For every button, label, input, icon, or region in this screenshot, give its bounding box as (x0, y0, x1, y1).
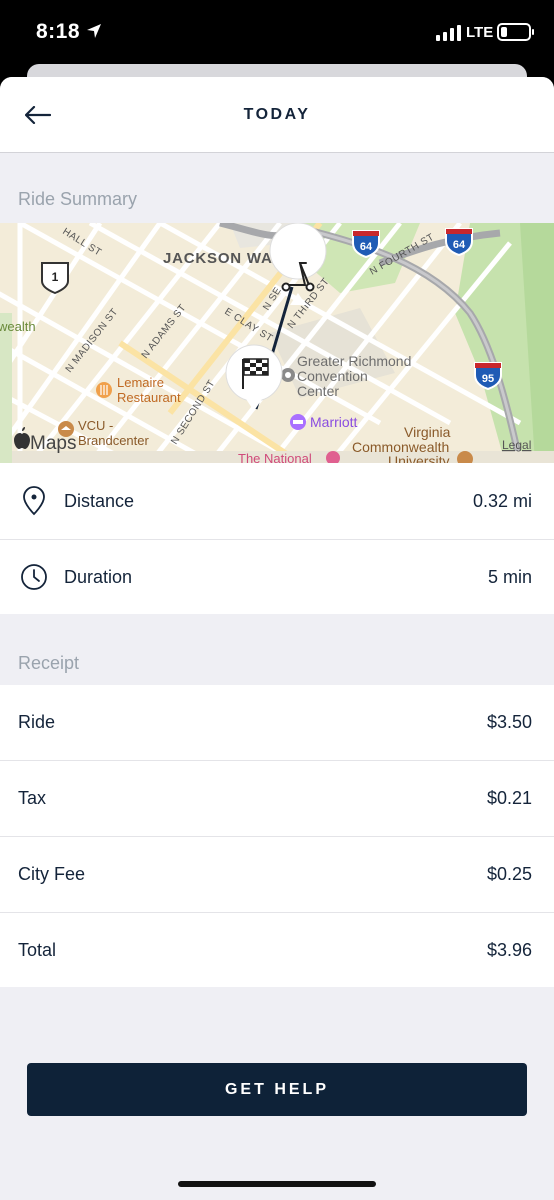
svg-text:95: 95 (482, 373, 494, 385)
hotel-pin-icon (290, 414, 306, 430)
battery-icon (497, 23, 534, 41)
map-label-vcu-2: Brandcenter (78, 433, 149, 448)
ride-summary-heading: Ride Summary (18, 189, 138, 209)
receipt-item-label: Tax (18, 788, 47, 808)
map-label-lemaire-1: Lemaire (117, 375, 164, 390)
map-label-vcu-1: VCU - (78, 418, 113, 433)
duration-row: Duration 5 min (0, 540, 554, 614)
get-help-button[interactable]: GET HELP (27, 1063, 527, 1116)
ride-detail-sheet: TODAY Ride Summary 1 64 64 95 HALL ST N … (0, 77, 554, 1200)
cellular-signal-icon (436, 25, 461, 41)
receipt-row-city-fee: City Fee $0.25 (0, 837, 554, 912)
distance-row: Distance 0.32 mi (0, 463, 554, 539)
restaurant-pin-icon (96, 382, 112, 398)
network-type: LTE (466, 24, 494, 41)
svg-text:64: 64 (360, 241, 373, 253)
receipt-total-label: Total (18, 939, 57, 960)
interstate-95-shield-icon: 95 (474, 362, 502, 391)
map-label-marriott: Marriott (310, 414, 358, 430)
distance-label: Distance (64, 490, 135, 511)
receipt-heading: Receipt (18, 653, 80, 673)
interstate-64-shield-icon: 64 (445, 228, 473, 257)
distance-value: 0.32 mi (472, 490, 532, 511)
receipt-row-total: Total $3.96 (0, 913, 554, 987)
svg-text:64: 64 (453, 239, 466, 251)
svg-text:1: 1 (52, 270, 59, 284)
receipt-item-value: $0.21 (486, 788, 532, 808)
map-canvas: 1 64 64 95 HALL ST N MADISON ST N ADAMS … (0, 223, 554, 463)
us1-shield-icon: 1 (41, 262, 69, 295)
receipt-total-value: $3.96 (486, 939, 532, 960)
location-pin-icon (18, 485, 50, 517)
nav-bar: TODAY (0, 77, 554, 153)
interstate-64-shield-icon: 64 (352, 230, 380, 259)
duration-value: 5 min (487, 566, 532, 587)
receipt-item-label: Ride (18, 712, 56, 732)
legal-link[interactable]: Legal (502, 438, 531, 452)
receipt-row-tax: Tax $0.21 (0, 761, 554, 836)
maps-logo-text: Maps (30, 433, 76, 454)
receipt-item-value: $0.25 (486, 864, 532, 884)
receipt-item-value: $3.50 (486, 712, 532, 732)
status-bar: 8:18 LTE (0, 0, 554, 66)
receipt-row-ride: Ride $3.50 (0, 685, 554, 760)
map-label-lemaire-2: Restaurant (117, 390, 181, 405)
map-label-convention-1: Greater Richmond (297, 353, 411, 369)
status-time: 8:18 (36, 20, 81, 43)
location-arrow-icon (87, 24, 101, 38)
route-map[interactable]: 1 64 64 95 HALL ST N MADISON ST N ADAMS … (0, 223, 554, 463)
map-label-wealth: wealth (0, 319, 36, 334)
map-label-convention-2: Convention (297, 368, 368, 384)
home-indicator (178, 1181, 376, 1187)
map-label-the-national: The National (238, 451, 312, 463)
map-label-virginia-1: Virginia (404, 424, 451, 440)
landmark-pin-icon (281, 368, 295, 382)
page-title: TODAY (243, 106, 311, 123)
map-label-virginia-3: University (388, 453, 449, 463)
map-label-convention-3: Center (297, 383, 339, 399)
receipt-item-label: City Fee (18, 864, 86, 884)
clock-icon (18, 561, 50, 593)
duration-label: Duration (64, 566, 133, 587)
